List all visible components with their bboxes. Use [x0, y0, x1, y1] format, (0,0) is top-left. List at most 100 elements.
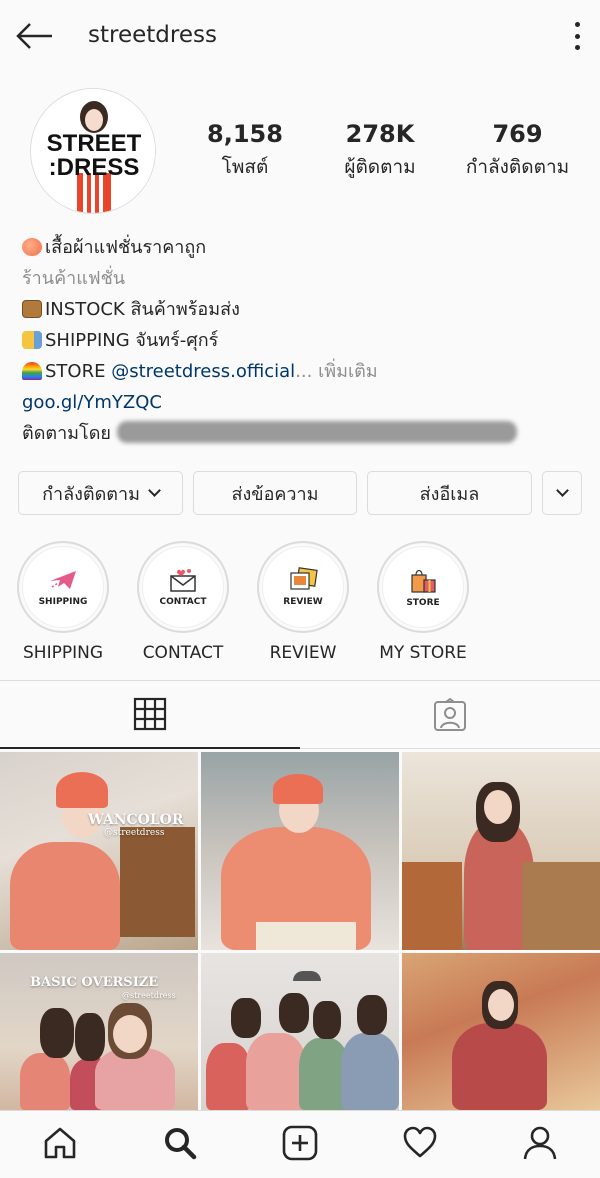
post-figure — [341, 1033, 399, 1110]
highlight-ring: REVIEW — [257, 541, 349, 633]
post-thumbnail[interactable] — [402, 953, 600, 1110]
photos-icon — [290, 567, 318, 590]
profile-avatar[interactable]: STREET :DRESS — [30, 88, 156, 214]
envelope-hearts-icon — [170, 569, 196, 592]
post-figure-head — [484, 790, 512, 824]
activity-button[interactable] — [400, 1123, 440, 1163]
redacted-followers — [116, 421, 517, 443]
peach-emoji-icon — [22, 238, 42, 256]
post-cabinet — [522, 862, 600, 950]
highlight-label: REVIEW — [269, 643, 337, 663]
post-figure — [206, 1043, 251, 1110]
more-options-button[interactable] — [572, 22, 582, 50]
bio-instock-line: INSTOCK สินค้าพร้อมส่ง — [22, 294, 582, 325]
back-arrow-icon — [16, 23, 52, 49]
search-button[interactable] — [160, 1123, 200, 1163]
following-count[interactable]: 769 กำลังติดตาม — [460, 120, 575, 182]
post-shelf — [120, 827, 195, 937]
post-figure-head — [113, 1015, 147, 1053]
followers-count[interactable]: 278K ผู้ติดตาม — [325, 120, 435, 182]
store-handle-link[interactable]: @streetdress.official — [111, 361, 295, 382]
airplane-icon — [50, 571, 76, 589]
tab-posts-grid[interactable] — [0, 681, 300, 749]
dot — [574, 22, 580, 27]
grid-icon — [133, 697, 167, 731]
highlight-review[interactable]: REVIEW REVIEW — [256, 541, 350, 663]
streetdress-logo: STREET :DRESS — [31, 89, 155, 213]
stat-label: ผู้ติดตาม — [344, 156, 416, 178]
bio-more-link[interactable]: ... เพิ่มเติม — [295, 361, 377, 382]
bio-category: ร้านค้าแฟชั่น — [22, 268, 126, 289]
post-thumbnail[interactable] — [201, 953, 399, 1110]
svg-text:STREET: STREET — [47, 130, 142, 157]
stat-value: 8,158 — [207, 120, 283, 148]
chevron-down-icon — [555, 484, 569, 497]
bio-website-link[interactable]: goo.gl/YmYZQC — [22, 387, 582, 418]
post-thumbnail[interactable]: WANCOLOR @streetdress — [0, 752, 198, 950]
bio-store-text: STORE — [45, 361, 112, 382]
post-thumbnail[interactable] — [201, 752, 399, 950]
post-overlay-handle: @streetdress — [104, 828, 165, 838]
bio-shipping-line: SHIPPING จันทร์-ศุกร์ — [22, 325, 582, 356]
post-figure-hair — [231, 998, 261, 1038]
home-button[interactable] — [40, 1123, 80, 1163]
tab-tagged[interactable] — [300, 681, 600, 749]
stat-label: โพสต์ — [221, 156, 269, 178]
dot — [574, 33, 580, 39]
bio-name-line: เสื้อผ้าแฟชั่นราคาถูก — [22, 232, 582, 263]
following-button[interactable]: กำลังติดตาม — [18, 471, 183, 515]
highlight-ring: CONTACT — [137, 541, 229, 633]
post-figure-hair — [40, 1008, 74, 1058]
highlight-label: CONTACT — [142, 643, 224, 663]
post-overlay-handle: @streetdress — [122, 991, 176, 1000]
bio-shipping-text: SHIPPING จันทร์-ศุกร์ — [45, 330, 219, 351]
post-skirt — [256, 922, 356, 950]
shopping-bag-icon — [411, 569, 436, 593]
chevron-down-icon — [148, 484, 161, 497]
post-overlay-title: BASIC OVERSIZE — [30, 975, 159, 990]
add-post-icon — [282, 1125, 318, 1161]
post-thumbnail[interactable]: BASIC OVERSIZE @streetdress — [0, 953, 198, 1110]
highlight-cover-text: STORE — [406, 598, 440, 608]
suggested-accounts-button[interactable] — [542, 471, 582, 515]
post-figure-hair — [357, 995, 387, 1035]
post-thumbnail[interactable] — [402, 752, 600, 950]
highlight-shipping[interactable]: SHIPPING SHIPPING — [16, 541, 110, 663]
followed-by-line[interactable]: ติดตามโดย — [22, 418, 582, 449]
stat-value: 769 — [492, 120, 543, 148]
highlight-cover: SHIPPING — [22, 546, 104, 628]
highlight-cover: STORE — [382, 546, 464, 628]
message-button-label: ส่งข้อความ — [231, 483, 319, 505]
highlight-cover: REVIEW — [262, 546, 344, 628]
followed-by-label: ติดตามโดย — [22, 423, 111, 444]
post-lamp — [293, 971, 321, 981]
post-figure-hat — [273, 774, 323, 804]
email-button[interactable]: ส่งอีเมล — [367, 471, 532, 515]
stat-label: กำลังติดตาม — [465, 156, 570, 178]
add-post-button[interactable] — [280, 1123, 320, 1163]
highlight-my-store[interactable]: STORE MY STORE — [376, 541, 470, 663]
back-button[interactable] — [14, 18, 54, 54]
message-button[interactable]: ส่งข้อความ — [193, 471, 357, 515]
bio-name: เสื้อผ้าแฟชั่นราคาถูก — [45, 237, 207, 258]
rainbow-emoji-icon — [22, 362, 42, 380]
following-button-label: กำลังติดตาม — [42, 483, 140, 505]
highlight-contact[interactable]: CONTACT CONTACT — [136, 541, 230, 663]
posts-grid: WANCOLOR @streetdress BASIC OVERSIZE @st… — [0, 752, 600, 1110]
profile-action-buttons: กำลังติดตาม ส่งข้อความ ส่งอีเมล — [18, 471, 582, 515]
top-bar: streetdress — [0, 0, 600, 72]
highlight-cover: CONTACT — [142, 546, 224, 628]
home-icon — [44, 1127, 76, 1159]
post-figure-hair — [313, 1001, 341, 1039]
activity-heart-icon — [403, 1126, 437, 1158]
post-figure — [20, 1053, 70, 1110]
profile-tabs — [0, 681, 600, 751]
post-chair — [402, 862, 462, 950]
posts-count[interactable]: 8,158 โพสต์ — [190, 120, 300, 182]
profile-button[interactable] — [520, 1123, 560, 1163]
post-figure — [10, 842, 120, 950]
profile-username: streetdress — [88, 22, 217, 48]
stat-value: 278K — [345, 120, 415, 148]
highlight-cover-text: SHIPPING — [38, 597, 88, 607]
bio-instock-text: INSTOCK สินค้าพร้อมส่ง — [45, 299, 240, 320]
